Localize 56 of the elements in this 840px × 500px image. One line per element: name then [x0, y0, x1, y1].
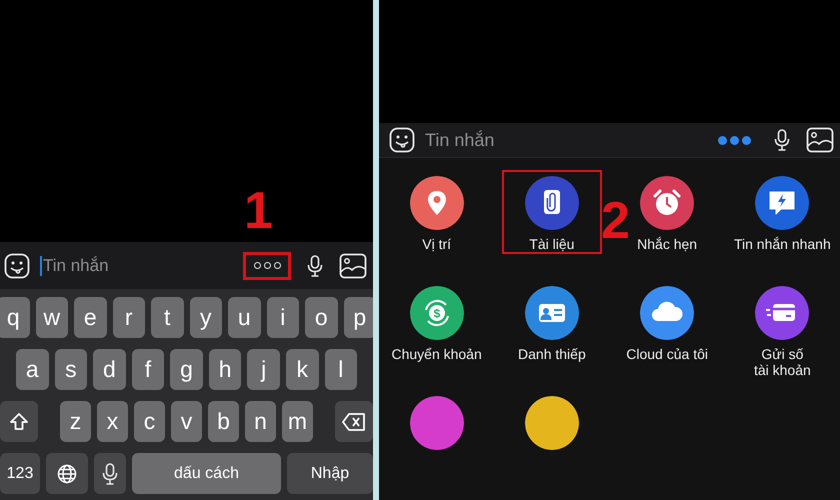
message-field[interactable]: Tin nhắn: [40, 256, 233, 276]
letter-key[interactable]: z: [60, 401, 91, 442]
backspace-key[interactable]: [335, 401, 373, 442]
image-icon[interactable]: [806, 127, 834, 154]
shift-key[interactable]: [0, 401, 38, 442]
more-button[interactable]: [243, 252, 291, 280]
letter-key[interactable]: t: [151, 297, 184, 338]
return-key[interactable]: Nhập: [287, 453, 373, 494]
step-number: 2: [601, 196, 630, 246]
letter-key[interactable]: l: [324, 349, 358, 390]
app-shortcut[interactable]: Danh thiếp: [502, 280, 602, 364]
letter-key[interactable]: n: [245, 401, 276, 442]
app-shortcut[interactable]: $ Chuyển khoản: [386, 280, 487, 364]
letter-key[interactable]: g: [170, 349, 203, 390]
sticker-icon[interactable]: [389, 127, 415, 154]
letter-key[interactable]: o: [305, 297, 338, 338]
dictation-key[interactable]: [94, 453, 126, 494]
app-shortcut[interactable]: Gửi số tài khoản: [732, 280, 832, 380]
letter-key[interactable]: y: [190, 297, 222, 338]
shift-icon: [9, 412, 29, 432]
app-shortcut[interactable]: Vị trí: [386, 170, 487, 254]
letter-key[interactable]: r: [112, 297, 145, 338]
letter-key[interactable]: e: [74, 297, 106, 338]
backspace-icon: [342, 412, 366, 430]
letter-key[interactable]: k: [286, 349, 318, 390]
microphone-icon: [307, 254, 323, 278]
letter-key[interactable]: a: [16, 349, 49, 390]
app-shortcut[interactable]: Cloud của tôi: [617, 280, 718, 364]
letter-key[interactable]: i: [266, 297, 299, 338]
space-key[interactable]: dấu cách: [132, 453, 281, 494]
sticker-icon[interactable]: [4, 252, 30, 279]
letter-key[interactable]: p: [344, 297, 373, 338]
globe-icon: [57, 464, 77, 484]
letter-key[interactable]: u: [228, 297, 260, 338]
globe-key[interactable]: [46, 453, 88, 494]
letter-key[interactable]: w: [36, 297, 68, 338]
letter-key[interactable]: s: [54, 349, 88, 390]
microphone-icon: [774, 128, 790, 152]
letter-key[interactable]: c: [134, 401, 165, 442]
letter-key[interactable]: v: [171, 401, 202, 442]
numbers-key[interactable]: 123: [0, 453, 40, 494]
letter-key[interactable]: m: [282, 401, 313, 442]
step-number: 1: [244, 186, 273, 236]
letter-key[interactable]: j: [247, 349, 280, 390]
letter-key[interactable]: q: [0, 297, 30, 338]
app-shortcut[interactable]: Tin nhắn nhanh: [732, 170, 833, 254]
dollar-exchange-icon: $: [410, 286, 464, 340]
letter-key[interactable]: f: [132, 349, 164, 390]
letter-key[interactable]: b: [208, 401, 239, 442]
letter-key[interactable]: x: [97, 401, 128, 442]
letter-key[interactable]: h: [208, 349, 242, 390]
message-field[interactable]: Tin nhắn: [425, 130, 700, 151]
letter-key[interactable]: d: [93, 349, 126, 390]
image-icon[interactable]: [339, 252, 367, 279]
app-shortcut[interactable]: Tài liệu: [502, 170, 602, 254]
microphone-icon: [102, 462, 118, 484]
